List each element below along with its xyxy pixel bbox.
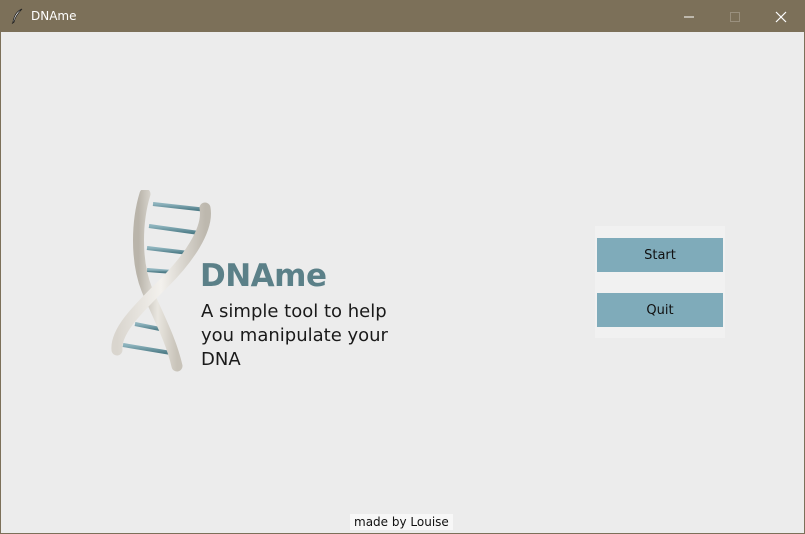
app-window: DNAme DNAme A simple tool to help you ma…	[0, 0, 805, 534]
window-title: DNAme	[31, 9, 77, 23]
credit-label: made by Louise	[350, 514, 453, 530]
feather-icon	[11, 8, 25, 24]
quit-button-label: Quit	[646, 302, 674, 318]
main-content: DNAme A simple tool to help you manipula…	[1, 32, 804, 533]
app-name-heading: DNAme	[200, 258, 327, 294]
close-button[interactable]	[758, 1, 804, 32]
quit-button[interactable]: Quit	[597, 293, 723, 327]
button-panel: Start Quit	[595, 226, 725, 338]
maximize-icon	[730, 12, 740, 22]
maximize-button[interactable]	[712, 1, 758, 32]
title-bar[interactable]: DNAme	[1, 1, 804, 32]
close-icon	[775, 11, 787, 23]
tagline-text: A simple tool to help you manipulate you…	[201, 301, 388, 370]
start-button-label: Start	[644, 247, 676, 263]
minimize-icon	[684, 16, 694, 18]
start-button[interactable]: Start	[597, 238, 723, 272]
minimize-button[interactable]	[666, 1, 712, 32]
